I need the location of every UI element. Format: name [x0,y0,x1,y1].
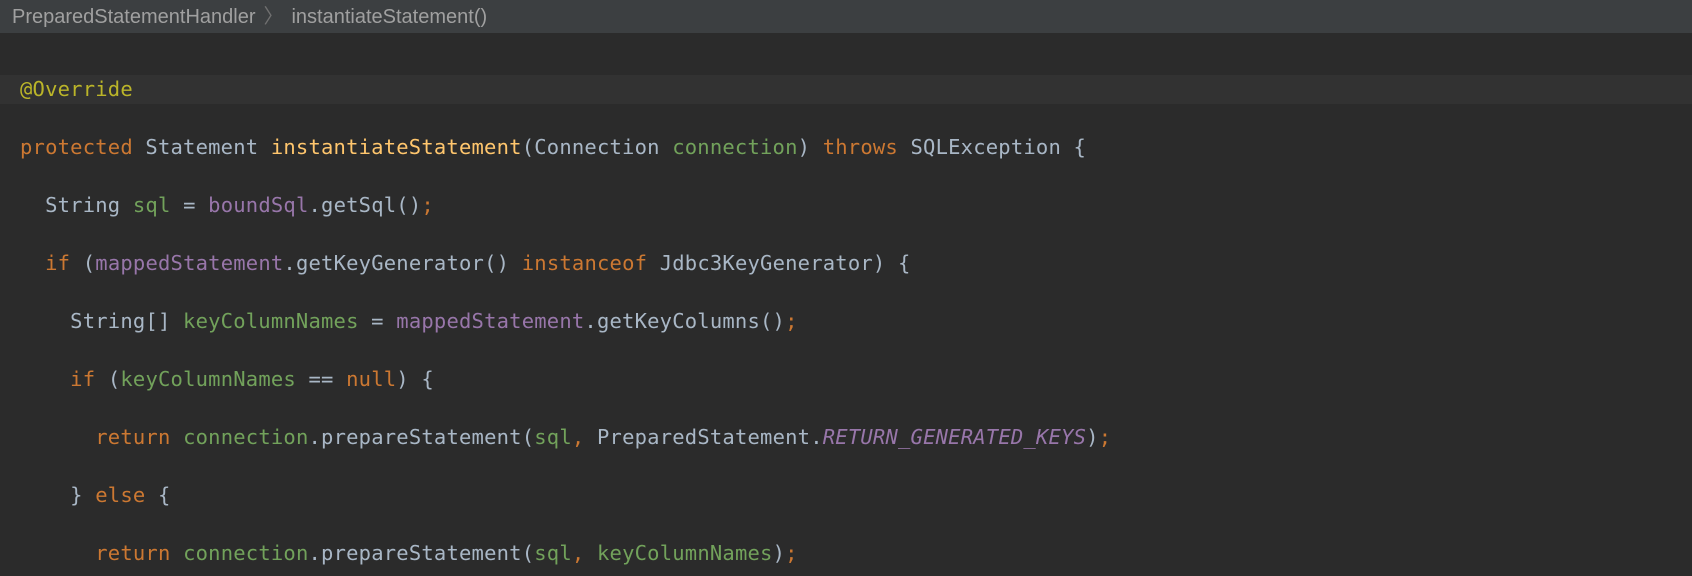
op: == [296,367,346,391]
semi: ; [785,309,798,333]
breadcrumb-separator-icon: 〉 [263,7,283,30]
kw: if [70,367,108,391]
param: connection [183,541,308,565]
kw: throws [823,135,911,159]
decl: String[] [20,309,183,333]
local: keyColumnNames [120,367,296,391]
paren: ) [773,541,786,565]
params-open: (Connection [522,135,673,159]
code-line[interactable]: String sql = boundSql.getSql(); [20,191,1692,220]
code-line[interactable]: @Override [20,75,1692,104]
call: .getSql() [309,193,422,217]
code-line[interactable]: protected Statement instantiateStatement… [20,133,1692,162]
code-editor[interactable]: @Override protected Statement instantiat… [0,34,1692,576]
brace: ) { [396,367,434,391]
code-line[interactable]: String[] keyColumnNames = mappedStatemen… [20,307,1692,336]
code-line[interactable]: if (mappedStatement.getKeyGenerator() in… [20,249,1692,278]
params-close: ) [798,135,823,159]
type: SQLException { [911,135,1087,159]
kw: return [95,425,183,449]
comma: , [572,541,597,565]
static-field: RETURN_GENERATED_KEYS [823,425,1086,449]
call: .prepareStatement( [308,541,534,565]
annotation: @Override [20,77,133,101]
brace: { [158,483,171,507]
code-line[interactable]: return connection.prepareStatement(sql, … [20,423,1692,452]
indent [20,425,95,449]
local: sql [534,425,572,449]
param: connection [672,135,797,159]
kw: else [95,483,158,507]
call: .getKeyColumns() [584,309,785,333]
code-line[interactable]: return connection.prepareStatement(sql, … [20,539,1692,568]
call: .prepareStatement( [308,425,534,449]
call: .getKeyGenerator() [283,251,521,275]
type: PreparedStatement. [597,425,823,449]
method-name: instantiateStatement [271,135,522,159]
kw: instanceof [522,251,660,275]
kw: null [346,367,396,391]
kw: return [95,541,183,565]
semi: ; [1099,425,1112,449]
local: keyColumnNames [183,309,359,333]
paren: ( [108,367,121,391]
semi: ; [785,541,798,565]
code-line[interactable]: } else { [20,481,1692,510]
field: mappedStatement [396,309,584,333]
indent [20,251,45,275]
paren: ) [1086,425,1099,449]
local: keyColumnNames [597,541,773,565]
type: Jdbc3KeyGenerator) { [660,251,911,275]
code-line[interactable]: if (keyColumnNames == null) { [20,365,1692,394]
breadcrumb[interactable]: PreparedStatementHandler 〉 instantiateStat… [0,0,1692,34]
op: = [171,193,209,217]
comma: , [572,425,597,449]
kw: protected [20,135,145,159]
local: sql [133,193,171,217]
field: mappedStatement [95,251,283,275]
local: sql [534,541,572,565]
paren: ( [83,251,96,275]
type: Statement [145,135,270,159]
indent [20,541,95,565]
breadcrumb-method[interactable]: instantiateStatement() [291,6,487,28]
indent [20,367,70,391]
breadcrumb-class[interactable]: PreparedStatementHandler [12,6,255,28]
param: connection [183,425,308,449]
semi: ; [421,193,434,217]
kw: if [45,251,83,275]
field: boundSql [208,193,308,217]
op: = [359,309,397,333]
decl: String [20,193,133,217]
brace: } [20,483,95,507]
